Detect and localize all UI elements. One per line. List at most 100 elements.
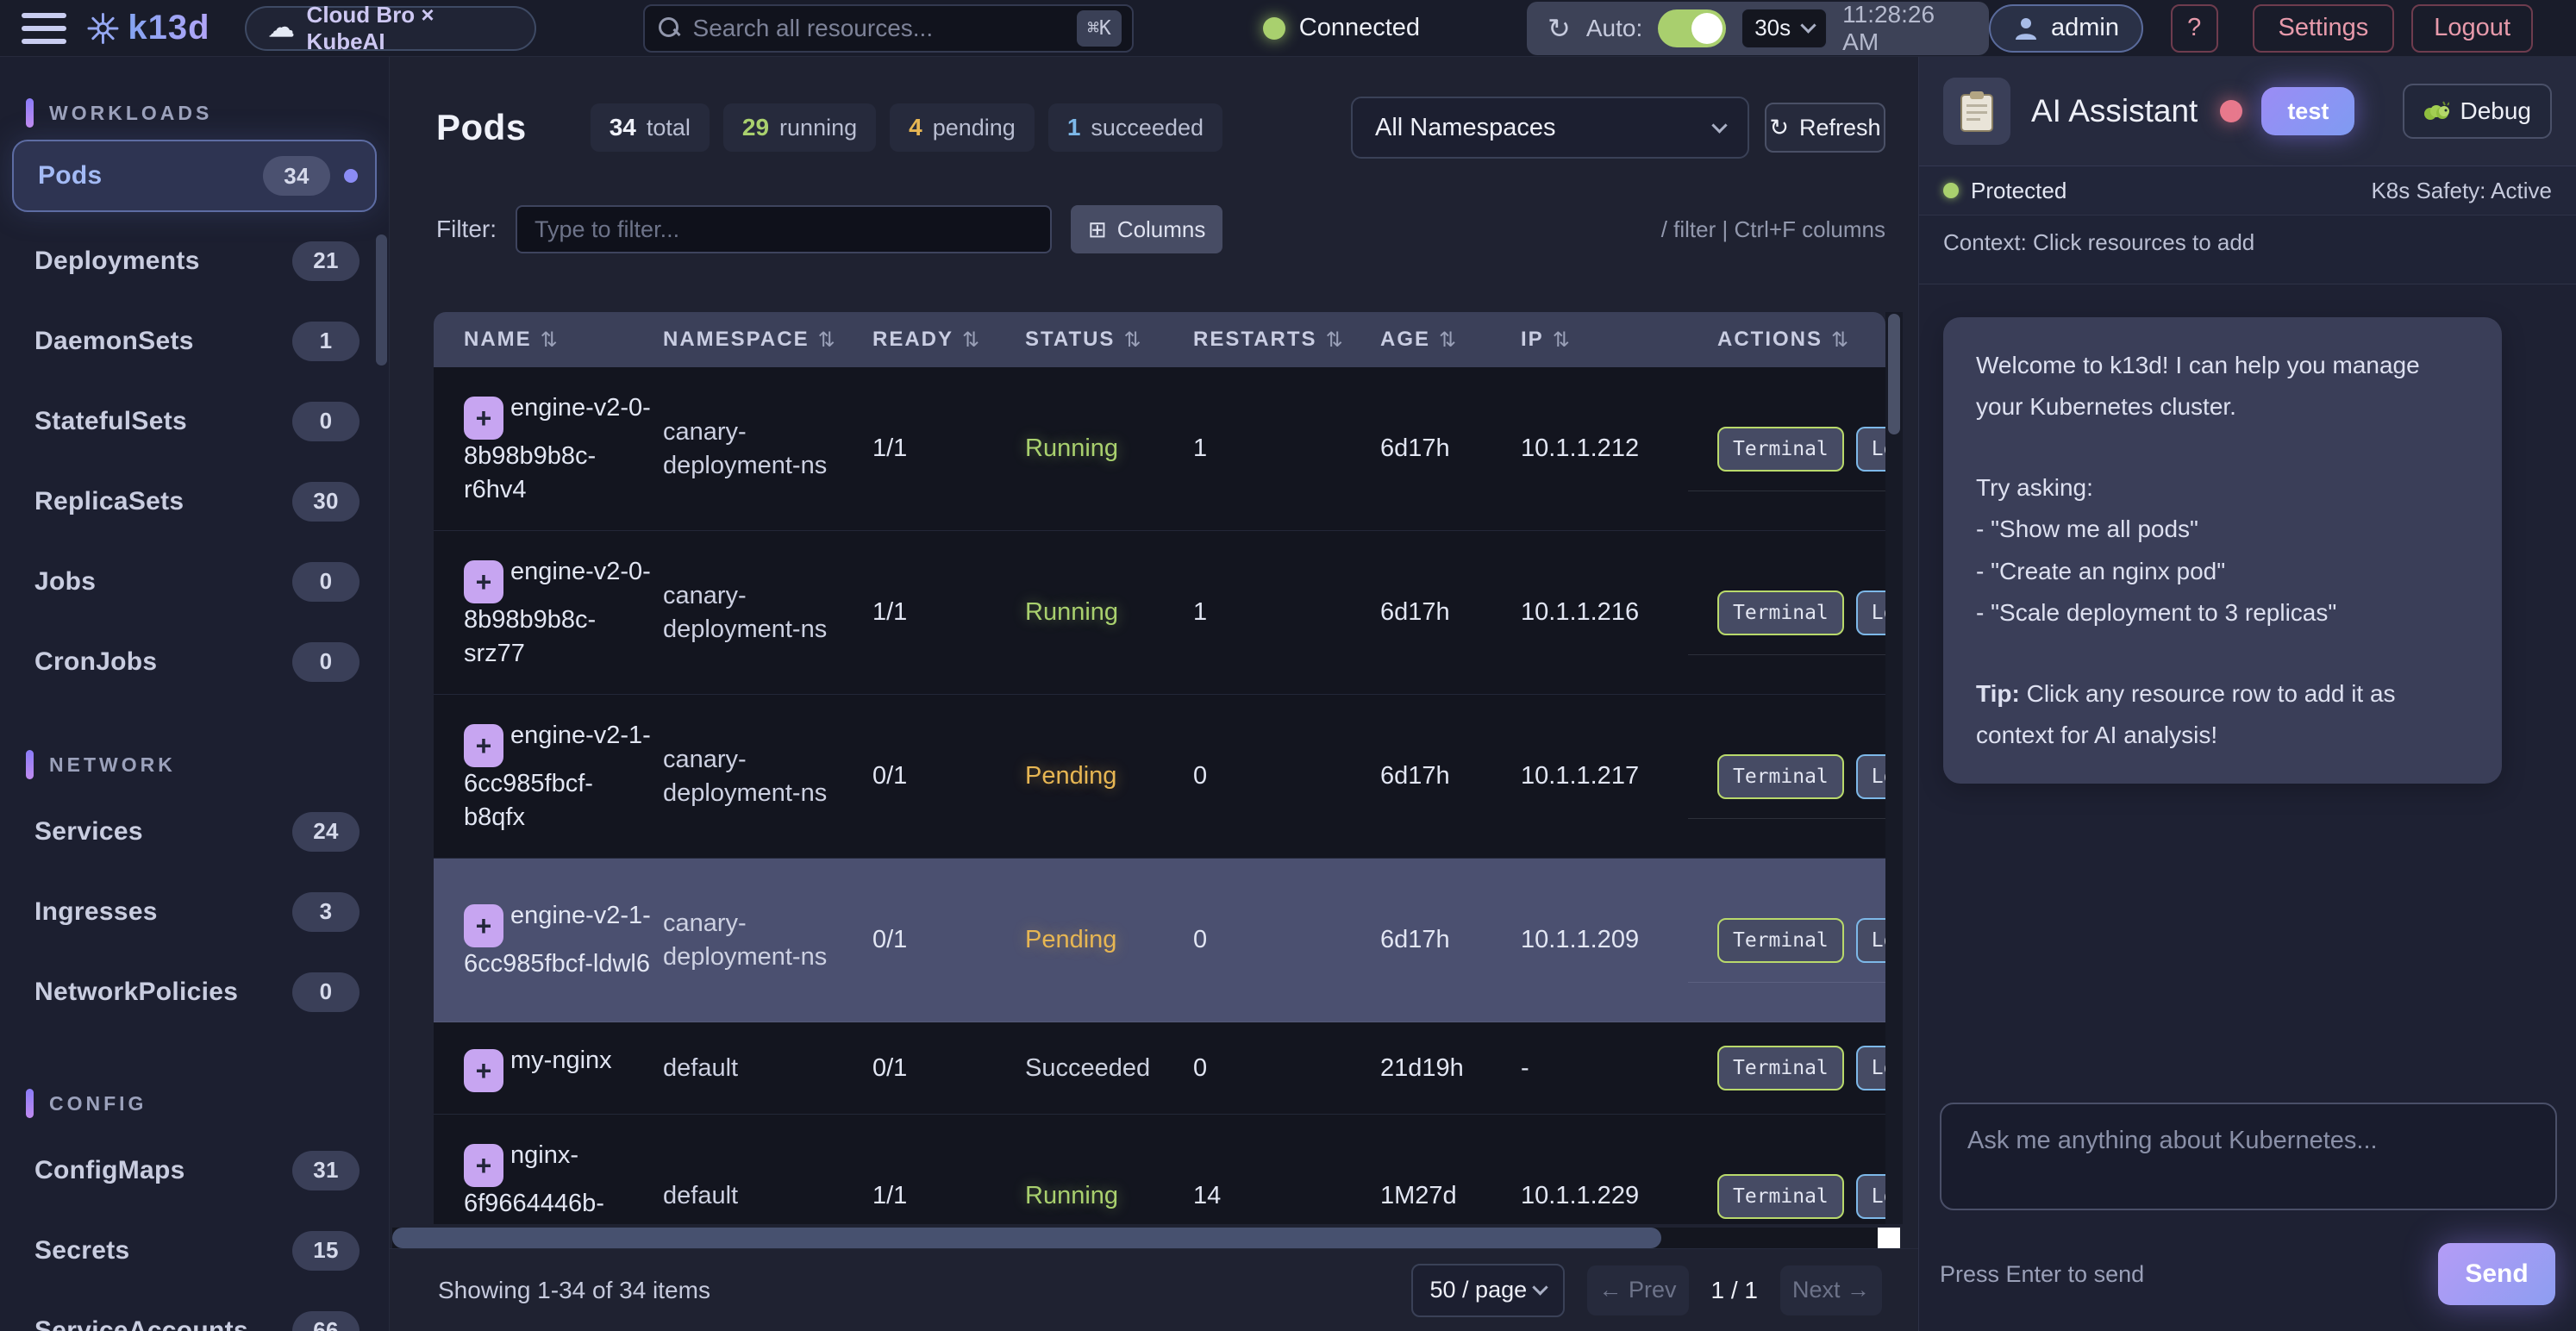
sort-icon[interactable]: ⇅ <box>541 328 560 353</box>
sidebar-item-label: CronJobs <box>34 647 157 677</box>
table-row[interactable]: +nginx-6f9664446b-gx6jl default 1/1 Runn… <box>434 1115 1885 1224</box>
prev-page-button[interactable]: ← Prev <box>1587 1265 1689 1315</box>
namespace-cell: canary-deployment-ns <box>663 579 872 646</box>
namespace-select[interactable]: All Namespaces <box>1351 97 1749 159</box>
column-header-name[interactable]: NAME⇅ <box>464 328 663 353</box>
page-size-select[interactable]: 50 / page <box>1411 1264 1565 1317</box>
actions-cell: Terminal Log <box>1717 591 1885 635</box>
column-header-actions[interactable]: ACTIONS⇅ <box>1717 328 1885 353</box>
count-badge: 0 <box>292 642 360 682</box>
add-to-context-icon[interactable]: + <box>464 904 503 947</box>
table-row[interactable]: +engine-v2-1-6cc985fbcf-ldwl6 canary-dep… <box>434 859 1885 1022</box>
add-to-context-icon[interactable]: + <box>464 1049 503 1092</box>
help-button[interactable]: ? <box>2171 4 2218 53</box>
log-button[interactable]: Log <box>1856 427 1885 472</box>
section-heading: WORKLOADS <box>0 98 389 128</box>
sidebar-item-label: DaemonSets <box>34 327 194 356</box>
log-button[interactable]: Log <box>1856 754 1885 799</box>
log-button[interactable]: Log <box>1856 591 1885 635</box>
pagination-summary: Showing 1-34 of 34 items <box>438 1277 710 1304</box>
refresh-interval-select[interactable]: 30s <box>1741 9 1827 48</box>
terminal-button[interactable]: Terminal <box>1717 754 1844 799</box>
column-header-age[interactable]: AGE⇅ <box>1380 328 1521 353</box>
vertical-scrollbar-track[interactable] <box>1885 312 1903 1224</box>
terminal-button[interactable]: Terminal <box>1717 591 1844 635</box>
add-to-context-icon[interactable]: + <box>464 560 503 603</box>
sidebar-item-replicasets[interactable]: ReplicaSets 30 <box>0 461 389 541</box>
namespace-cell: canary-deployment-ns <box>663 743 872 809</box>
sidebar-item-statefulsets[interactable]: StatefulSets 0 <box>0 381 389 461</box>
terminal-button[interactable]: Terminal <box>1717 1174 1844 1219</box>
vertical-scrollbar-thumb[interactable] <box>1888 314 1900 434</box>
sidebar-item-label: StatefulSets <box>34 407 187 436</box>
column-header-status[interactable]: STATUS⇅ <box>1025 328 1193 353</box>
stat-total: 34total <box>591 103 710 152</box>
sort-icon[interactable]: ⇅ <box>1123 328 1142 353</box>
table-row[interactable]: +engine-v2-0-8b98b9b8c-srz77 canary-depl… <box>434 531 1885 695</box>
sidebar-scrollbar[interactable] <box>376 234 387 366</box>
refresh-button[interactable]: ↻ Refresh <box>1765 103 1885 153</box>
log-button[interactable]: Log <box>1856 918 1885 963</box>
add-to-context-icon[interactable]: + <box>464 397 503 440</box>
auto-refresh-toggle[interactable] <box>1658 9 1726 47</box>
logout-button[interactable]: Logout <box>2411 4 2533 53</box>
sort-icon[interactable]: ⇅ <box>962 328 981 353</box>
ip-cell: 10.1.1.209 <box>1521 926 1717 954</box>
refresh-icon[interactable]: ↻ <box>1547 12 1571 45</box>
sidebar-item-jobs[interactable]: Jobs 0 <box>0 541 389 622</box>
sort-icon[interactable]: ⇅ <box>1439 328 1458 353</box>
search-input[interactable] <box>693 15 1066 42</box>
sidebar-item-pods[interactable]: Pods 34 <box>12 140 377 212</box>
sidebar-item-secrets[interactable]: Secrets 15 <box>0 1210 389 1290</box>
send-button[interactable]: Send <box>2438 1243 2555 1305</box>
age-cell: 6d17h <box>1380 762 1521 790</box>
sidebar-item-cronjobs[interactable]: CronJobs 0 <box>0 622 389 702</box>
sort-icon[interactable]: ⇅ <box>1326 328 1345 353</box>
log-button[interactable]: Log <box>1856 1174 1885 1219</box>
count-badge: 0 <box>292 562 360 602</box>
sidebar-item-ingresses[interactable]: Ingresses 3 <box>0 872 389 952</box>
columns-button[interactable]: ⊞ Columns <box>1071 205 1222 253</box>
terminal-button[interactable]: Terminal <box>1717 1046 1844 1090</box>
sidebar-item-deployments[interactable]: Deployments 21 <box>0 221 389 301</box>
add-to-context-icon[interactable]: + <box>464 724 503 767</box>
terminal-button[interactable]: Terminal <box>1717 918 1844 963</box>
horizontal-scrollbar-track[interactable] <box>392 1228 1900 1248</box>
horizontal-scrollbar-thumb[interactable] <box>392 1228 1661 1248</box>
column-header-restarts[interactable]: RESTARTS⇅ <box>1193 328 1380 353</box>
log-button[interactable]: Log <box>1856 1046 1885 1090</box>
page-header: Pods 34total 29running 4pending 1succeed… <box>436 97 1885 159</box>
column-header-ip[interactable]: IP⇅ <box>1521 328 1717 353</box>
sidebar-item-serviceaccounts[interactable]: ServiceAccounts 66 <box>0 1290 389 1331</box>
next-page-button[interactable]: Next → <box>1780 1265 1882 1315</box>
global-search[interactable]: ⌘K <box>643 4 1134 53</box>
hamburger-menu-icon[interactable] <box>22 13 66 44</box>
column-header-namespace[interactable]: NAMESPACE⇅ <box>663 328 872 353</box>
auto-refresh-panel: ↻ Auto: 30s 11:28:26 AM <box>1527 2 1989 55</box>
sort-icon[interactable]: ⇅ <box>818 328 837 353</box>
sidebar-item-daemonsets[interactable]: DaemonSets 1 <box>0 301 389 381</box>
ip-cell: 10.1.1.217 <box>1521 762 1717 790</box>
terminal-button[interactable]: Terminal <box>1717 427 1844 472</box>
section-heading: CONFIG <box>0 1089 389 1118</box>
table-row[interactable]: +engine-v2-0-8b98b9b8c-r6hv4 canary-depl… <box>434 367 1885 531</box>
sidebar-item-configmaps[interactable]: ConfigMaps 31 <box>0 1130 389 1210</box>
sidebar-item-services[interactable]: Services 24 <box>0 791 389 872</box>
clipboard-icon <box>1943 78 2010 145</box>
context-label: Context: Click resources to add <box>1943 229 2254 255</box>
column-header-ready[interactable]: READY⇅ <box>872 328 1025 353</box>
debug-button[interactable]: Debug <box>2403 84 2552 139</box>
settings-button[interactable]: Settings <box>2253 4 2395 53</box>
table-row[interactable]: +engine-v2-1-6cc985fbcf-b8qfx canary-dep… <box>434 695 1885 859</box>
sidebar-item-networkpolicies[interactable]: NetworkPolicies 0 <box>0 952 389 1032</box>
user-menu-button[interactable]: admin <box>1989 4 2143 53</box>
k8s-safety-label: K8s Safety: Active <box>2371 178 2552 204</box>
filter-input[interactable] <box>516 205 1052 253</box>
table-row[interactable]: +my-nginx default 0/1 Succeeded 0 21d19h… <box>434 1022 1885 1115</box>
sort-icon[interactable]: ⇅ <box>1553 328 1572 353</box>
add-to-context-icon[interactable]: + <box>464 1144 503 1187</box>
sort-icon[interactable]: ⇅ <box>1831 328 1850 353</box>
stat-running: 29running <box>723 103 876 152</box>
cluster-badge[interactable]: ☁ Cloud Bro × KubeAI <box>245 6 536 51</box>
chat-input[interactable] <box>1940 1103 2557 1210</box>
